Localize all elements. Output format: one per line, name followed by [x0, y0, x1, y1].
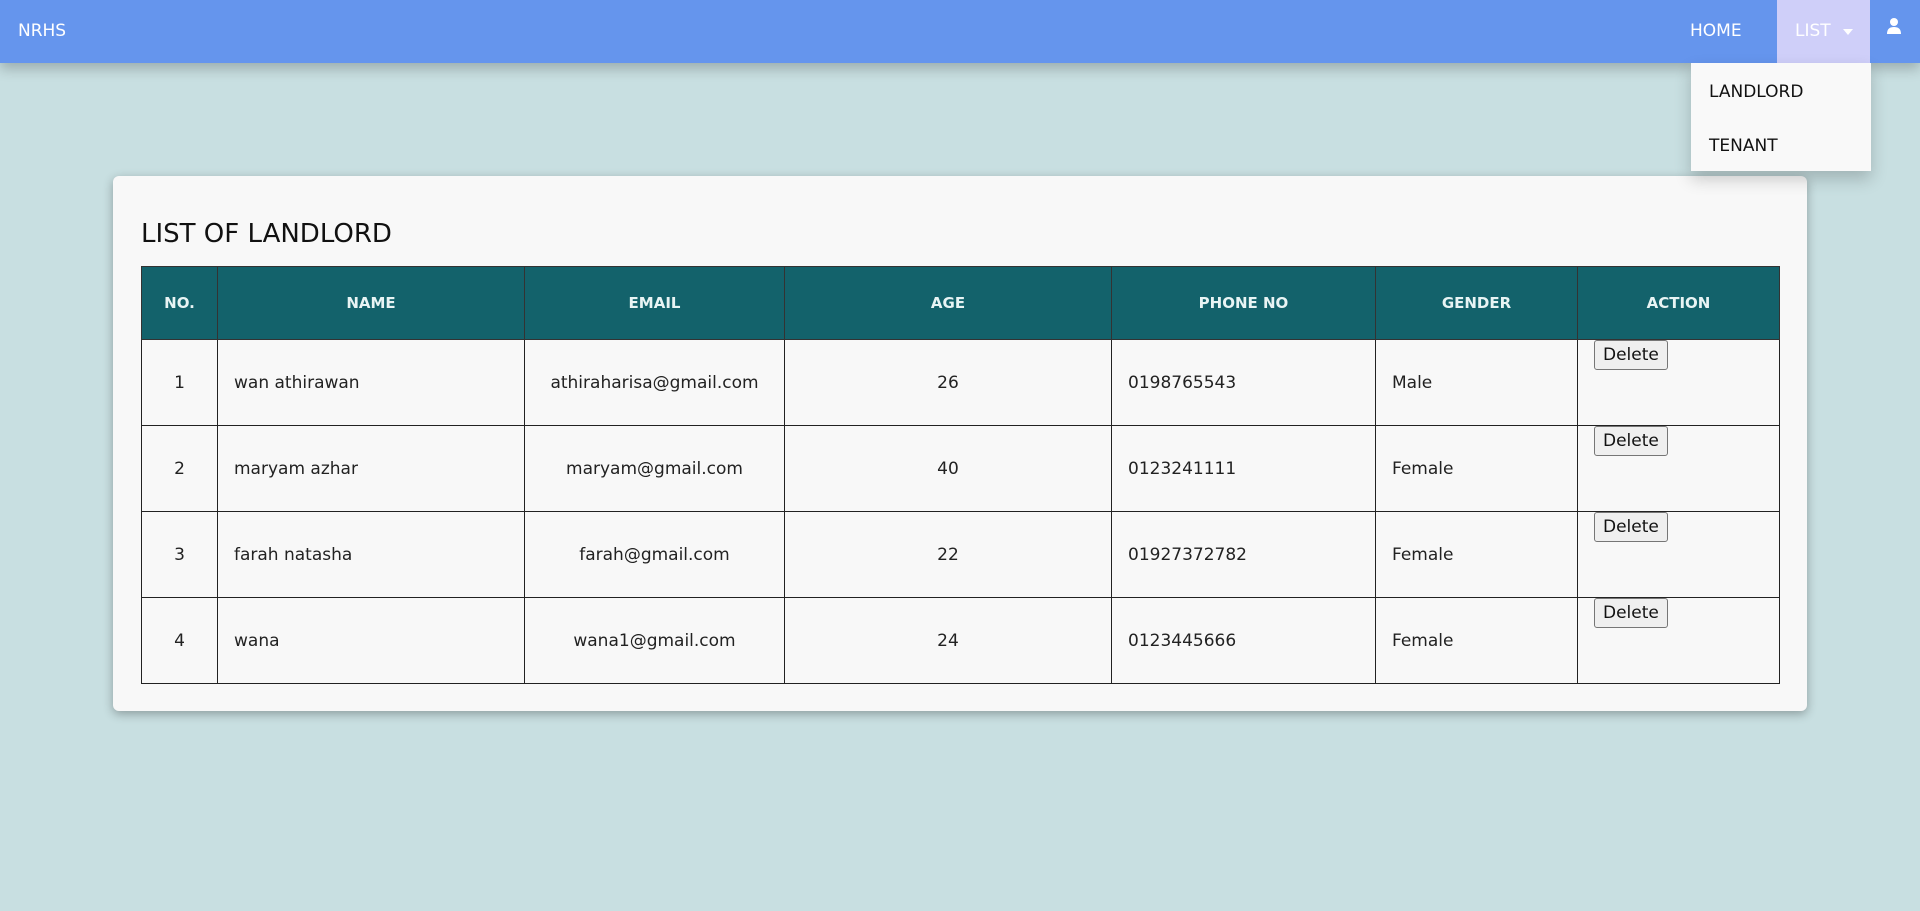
- user-icon[interactable]: [1886, 17, 1902, 35]
- cell-gender: Female: [1375, 597, 1578, 684]
- cell-no: 1: [141, 339, 218, 426]
- cell-email: wana1@gmail.com: [524, 597, 785, 684]
- header-phone: PHONE NO: [1111, 266, 1376, 340]
- header-name: NAME: [217, 266, 525, 340]
- delete-button[interactable]: Delete: [1594, 598, 1668, 628]
- cell-gender: Female: [1375, 425, 1578, 512]
- landlord-list-card: LIST OF LANDLORD NO. NAME EMAIL AGE PHON…: [113, 176, 1807, 711]
- cell-age: 26: [784, 339, 1112, 426]
- cell-gender: Female: [1375, 511, 1578, 598]
- cell-phone: 0123241111: [1111, 425, 1376, 512]
- header-email: EMAIL: [524, 266, 785, 340]
- table-header-row: NO. NAME EMAIL AGE PHONE NO GENDER ACTIO…: [141, 266, 1780, 340]
- cell-name: wana: [217, 597, 525, 684]
- cell-name: farah natasha: [217, 511, 525, 598]
- cell-phone: 01927372782: [1111, 511, 1376, 598]
- caret-down-icon: [1843, 29, 1853, 35]
- cell-phone: 0123445666: [1111, 597, 1376, 684]
- delete-button[interactable]: Delete: [1594, 426, 1668, 456]
- header-action: ACTION: [1577, 266, 1780, 340]
- cell-action: Delete: [1577, 511, 1780, 598]
- cell-no: 2: [141, 425, 218, 512]
- cell-age: 24: [784, 597, 1112, 684]
- cell-name: wan athirawan: [217, 339, 525, 426]
- cell-gender: Male: [1375, 339, 1578, 426]
- cell-email: farah@gmail.com: [524, 511, 785, 598]
- top-navbar: NRHS HOME LIST: [0, 0, 1920, 63]
- cell-action: Delete: [1577, 597, 1780, 684]
- cell-age: 40: [784, 425, 1112, 512]
- header-age: AGE: [784, 266, 1112, 340]
- nav-list-label: LIST: [1795, 21, 1831, 41]
- dropdown-item-landlord[interactable]: LANDLORD: [1709, 82, 1803, 102]
- header-gender: GENDER: [1375, 266, 1578, 340]
- cell-no: 3: [141, 511, 218, 598]
- table-row: 3 farah natasha farah@gmail.com 22 01927…: [141, 511, 1780, 598]
- table-row: 2 maryam azhar maryam@gmail.com 40 01232…: [141, 425, 1780, 512]
- nav-list-dropdown-toggle[interactable]: LIST: [1777, 0, 1870, 63]
- cell-action: Delete: [1577, 425, 1780, 512]
- cell-email: athiraharisa@gmail.com: [524, 339, 785, 426]
- delete-button[interactable]: Delete: [1594, 512, 1668, 542]
- landlord-table: NO. NAME EMAIL AGE PHONE NO GENDER ACTIO…: [141, 266, 1780, 684]
- table-row: 4 wana wana1@gmail.com 24 0123445666 Fem…: [141, 597, 1780, 684]
- cell-phone: 0198765543: [1111, 339, 1376, 426]
- cell-email: maryam@gmail.com: [524, 425, 785, 512]
- cell-name: maryam azhar: [217, 425, 525, 512]
- list-dropdown-menu: LANDLORD TENANT: [1691, 63, 1871, 171]
- brand-link[interactable]: NRHS: [18, 21, 66, 41]
- page-title: LIST OF LANDLORD: [141, 219, 392, 249]
- table-row: 1 wan athirawan athiraharisa@gmail.com 2…: [141, 339, 1780, 426]
- nav-home-link[interactable]: HOME: [1690, 21, 1742, 41]
- cell-action: Delete: [1577, 339, 1780, 426]
- delete-button[interactable]: Delete: [1594, 340, 1668, 370]
- cell-no: 4: [141, 597, 218, 684]
- header-no: NO.: [141, 266, 218, 340]
- dropdown-item-tenant[interactable]: TENANT: [1709, 136, 1778, 156]
- cell-age: 22: [784, 511, 1112, 598]
